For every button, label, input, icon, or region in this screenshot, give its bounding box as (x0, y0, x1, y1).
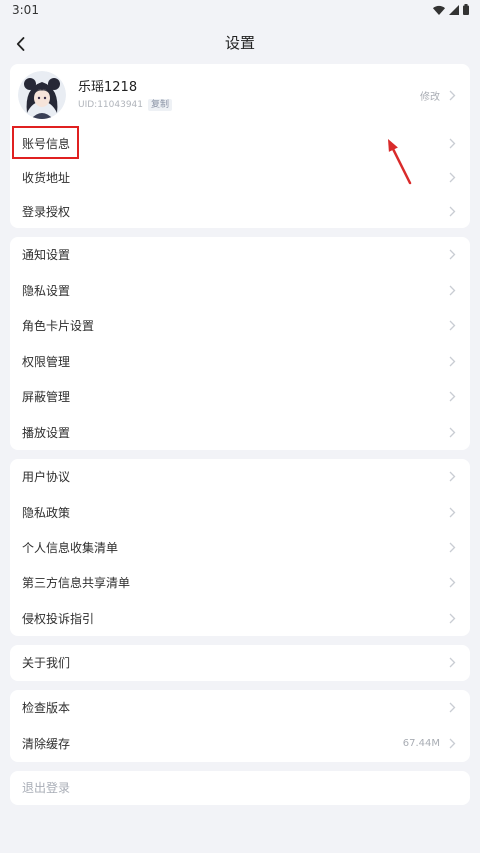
page-title: 设置 (224, 34, 255, 52)
header: 设置 (0, 22, 480, 64)
cache-size-value: 67.44M (402, 738, 440, 750)
settings-item-character-card[interactable]: 角色卡片设置 (10, 308, 470, 344)
status-icons (433, 4, 469, 15)
logout-card: 退出登录 (10, 770, 470, 805)
settings-item-block-management[interactable]: 屏蔽管理 (10, 379, 470, 415)
wifi-icon (433, 5, 445, 15)
settings-item-about-us[interactable]: 关于我们 (10, 645, 470, 681)
profile-name: 乐瑶1218 (78, 79, 138, 95)
chevron-right-icon (449, 427, 456, 438)
chevron-right-icon (449, 657, 456, 668)
settings-item-notifications[interactable]: 通知设置 (10, 237, 470, 273)
settings-item-personal-info-collection[interactable]: 个人信息收集清单 (10, 530, 470, 565)
chevron-right-icon (449, 172, 456, 183)
settings-item-privacy-settings[interactable]: 隐私设置 (10, 273, 470, 309)
settings-item-third-party-sharing[interactable]: 第三方信息共享清单 (10, 565, 470, 600)
chevron-right-icon (449, 249, 456, 260)
chevron-right-icon (449, 356, 456, 367)
settings-item-label: 用户协议 (22, 470, 71, 485)
status-time: 3:01 (12, 3, 39, 17)
settings-item-account-info[interactable]: 账号信息 (10, 126, 470, 160)
settings-item-infringement-complaint[interactable]: 侵权投诉指引 (10, 601, 470, 636)
edit-profile-link[interactable]: 修改 (420, 88, 440, 103)
chevron-right-icon (449, 702, 456, 713)
chevron-right-icon (449, 320, 456, 331)
settings-item-label: 通知设置 (22, 248, 71, 263)
chevron-right-icon (449, 577, 456, 588)
settings-item-login-authorization[interactable]: 登录授权 (10, 194, 470, 228)
settings-item-label: 检查版本 (22, 701, 71, 716)
settings-item-label: 隐私设置 (22, 283, 71, 298)
profile-info: 乐瑶1218 UID:11043941 复制 (78, 79, 420, 112)
settings-item-clear-cache[interactable]: 清除缓存 67.44M (10, 726, 470, 762)
settings-item-label: 播放设置 (22, 425, 71, 440)
settings-item-label: 清除缓存 (22, 737, 71, 752)
chevron-right-icon (449, 138, 456, 149)
logout-button[interactable]: 退出登录 (10, 771, 470, 805)
maintenance-card: 检查版本 清除缓存 67.44M (10, 689, 470, 762)
settings-item-label: 侵权投诉指引 (22, 611, 95, 626)
status-bar: 3:01 (0, 0, 480, 22)
settings-item-user-agreement[interactable]: 用户协议 (10, 459, 470, 494)
settings-item-label: 隐私政策 (22, 505, 71, 520)
chevron-right-icon (449, 471, 456, 482)
profile-row[interactable]: 乐瑶1218 UID:11043941 复制 修改 (10, 64, 470, 126)
chevron-right-icon (449, 738, 456, 749)
chevron-right-icon (449, 285, 456, 296)
chevron-right-icon (449, 391, 456, 402)
settings-item-label: 屏蔽管理 (22, 390, 71, 405)
settings-item-label: 收货地址 (22, 170, 71, 185)
settings-item-label: 角色卡片设置 (22, 319, 95, 334)
account-card: 乐瑶1218 UID:11043941 复制 修改 账号信息 收货地址 登录授权 (10, 64, 470, 228)
settings-list: 乐瑶1218 UID:11043941 复制 修改 账号信息 收货地址 登录授权… (10, 64, 470, 814)
chevron-right-icon (449, 90, 456, 101)
copy-uid-button[interactable]: 复制 (148, 99, 173, 111)
logout-label: 退出登录 (22, 781, 71, 796)
avatar[interactable] (18, 71, 66, 119)
legal-card: 用户协议 隐私政策 个人信息收集清单 第三方信息共享清单 侵权投诉指引 (10, 459, 470, 636)
about-card: 关于我们 (10, 644, 470, 681)
signal-icon (449, 4, 459, 15)
settings-item-label: 第三方信息共享清单 (22, 576, 131, 591)
chevron-right-icon (449, 542, 456, 553)
chevron-right-icon (449, 206, 456, 217)
settings-item-label: 关于我们 (22, 656, 71, 671)
settings-item-shipping-address[interactable]: 收货地址 (10, 160, 470, 194)
settings-item-playback[interactable]: 播放设置 (10, 415, 470, 451)
battery-icon (463, 4, 469, 15)
settings-item-label: 登录授权 (22, 204, 71, 219)
profile-uid: UID:11043941 (78, 99, 144, 110)
settings-item-label: 账号信息 (22, 136, 71, 151)
settings-item-label: 权限管理 (22, 354, 71, 369)
settings-item-label: 个人信息收集清单 (22, 540, 119, 555)
profile-uid-line: UID:11043941 复制 (78, 99, 420, 112)
chevron-right-icon (449, 507, 456, 518)
preferences-card: 通知设置 隐私设置 角色卡片设置 权限管理 屏蔽管理 播放设置 (10, 237, 470, 450)
settings-item-check-version[interactable]: 检查版本 (10, 690, 470, 726)
settings-item-privacy-policy[interactable]: 隐私政策 (10, 494, 470, 529)
chevron-right-icon (449, 613, 456, 624)
settings-item-permissions[interactable]: 权限管理 (10, 344, 470, 380)
